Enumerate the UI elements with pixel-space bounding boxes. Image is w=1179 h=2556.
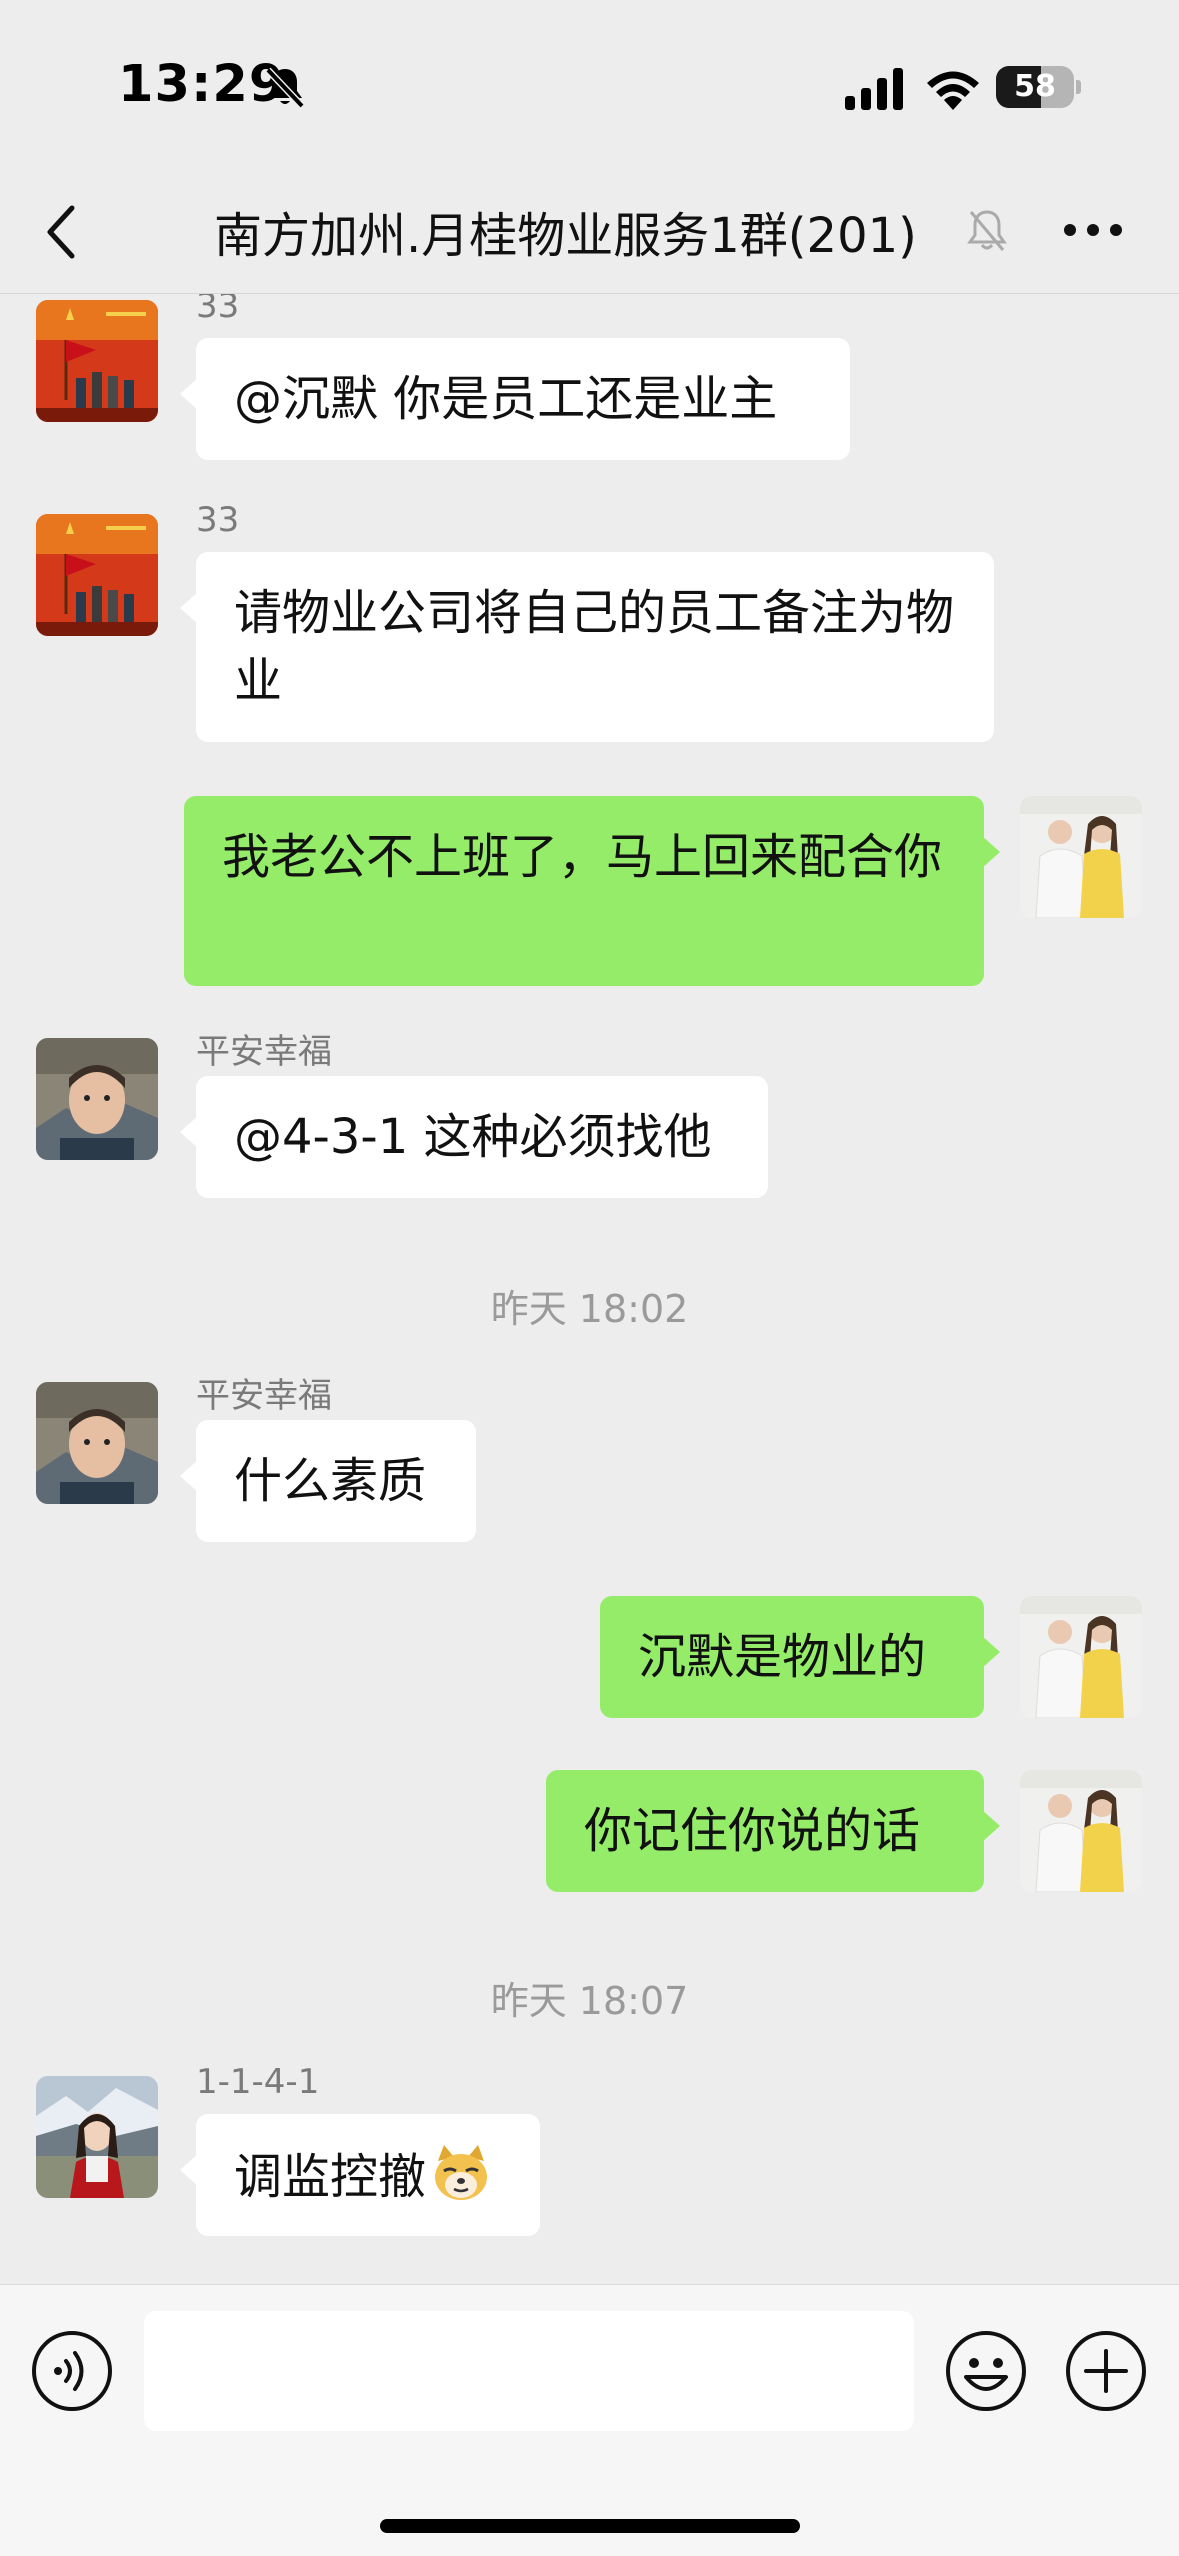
bell-off-icon <box>265 67 305 109</box>
chat-area[interactable]: 33 @沉默 你是员工还是业主 33 请物业公司将自己的员工备注为物业 我老公不… <box>0 294 1179 2284</box>
mute-bell-icon <box>967 210 1007 251</box>
message-bubble-incoming[interactable]: @沉默 你是员工还是业主 <box>180 338 850 460</box>
message-bubble-outgoing[interactable]: 我老公不上班了，马上回来配合你 <box>184 796 1000 986</box>
message-text: 调监控撤 <box>234 2149 427 2205</box>
timestamp-separator: 昨天 18:02 <box>490 1287 689 1331</box>
avatar-pingan[interactable] <box>36 1382 158 1504</box>
message-input[interactable] <box>144 2311 914 2431</box>
message-bubble-outgoing[interactable]: 沉默是物业的 <box>600 1596 1000 1718</box>
sender-name: 33 <box>196 294 240 326</box>
status-time: 13:29 <box>118 55 286 114</box>
timestamp-separator: 昨天 18:07 <box>490 1979 689 2023</box>
avatar-33[interactable] <box>36 514 158 636</box>
avatar-1-1-4-1[interactable] <box>36 2076 158 2198</box>
back-icon[interactable] <box>42 200 82 264</box>
message-bubble-incoming[interactable]: 调监控撤 <box>180 2114 540 2236</box>
more-icon[interactable] <box>1062 218 1124 242</box>
input-bar <box>0 2284 1179 2556</box>
battery-percent: 58 <box>1014 69 1056 104</box>
voice-icon[interactable] <box>30 2329 114 2413</box>
chat-title: 南方加州.月桂物业服务1群(201) <box>214 208 917 264</box>
status-bar: 13:29 58 <box>0 0 1179 170</box>
sender-name: 33 <box>196 500 240 540</box>
home-indicator <box>380 2519 800 2533</box>
plus-icon[interactable] <box>1064 2329 1148 2413</box>
message-bubble-outgoing[interactable]: 你记住你说的话 <box>546 1770 1000 1892</box>
avatar-pingan[interactable] <box>36 1038 158 1160</box>
emoji-icon[interactable] <box>944 2329 1028 2413</box>
avatar-self[interactable] <box>1020 1770 1142 1892</box>
avatar-33[interactable] <box>36 300 158 422</box>
nav-bar: 南方加州.月桂物业服务1群(201) <box>0 170 1179 294</box>
message-bubble-incoming[interactable]: @4-3-1 这种必须找他 <box>180 1076 768 1198</box>
battery-icon: 58 <box>996 66 1081 108</box>
sender-name: 1-1-4-1 <box>196 2062 320 2102</box>
avatar-self[interactable] <box>1020 1596 1142 1718</box>
wifi-icon <box>927 71 979 110</box>
sender-name: 平安幸福 <box>196 1376 332 1416</box>
message-bubble-incoming[interactable]: 什么素质 <box>180 1420 476 1542</box>
sender-name: 平安幸福 <box>196 1032 332 1072</box>
doge-emoji <box>435 2145 488 2200</box>
avatar-self[interactable] <box>1020 796 1142 918</box>
message-bubble-incoming[interactable]: 请物业公司将自己的员工备注为物业 <box>180 552 994 742</box>
cellular-signal-icon <box>845 68 903 110</box>
